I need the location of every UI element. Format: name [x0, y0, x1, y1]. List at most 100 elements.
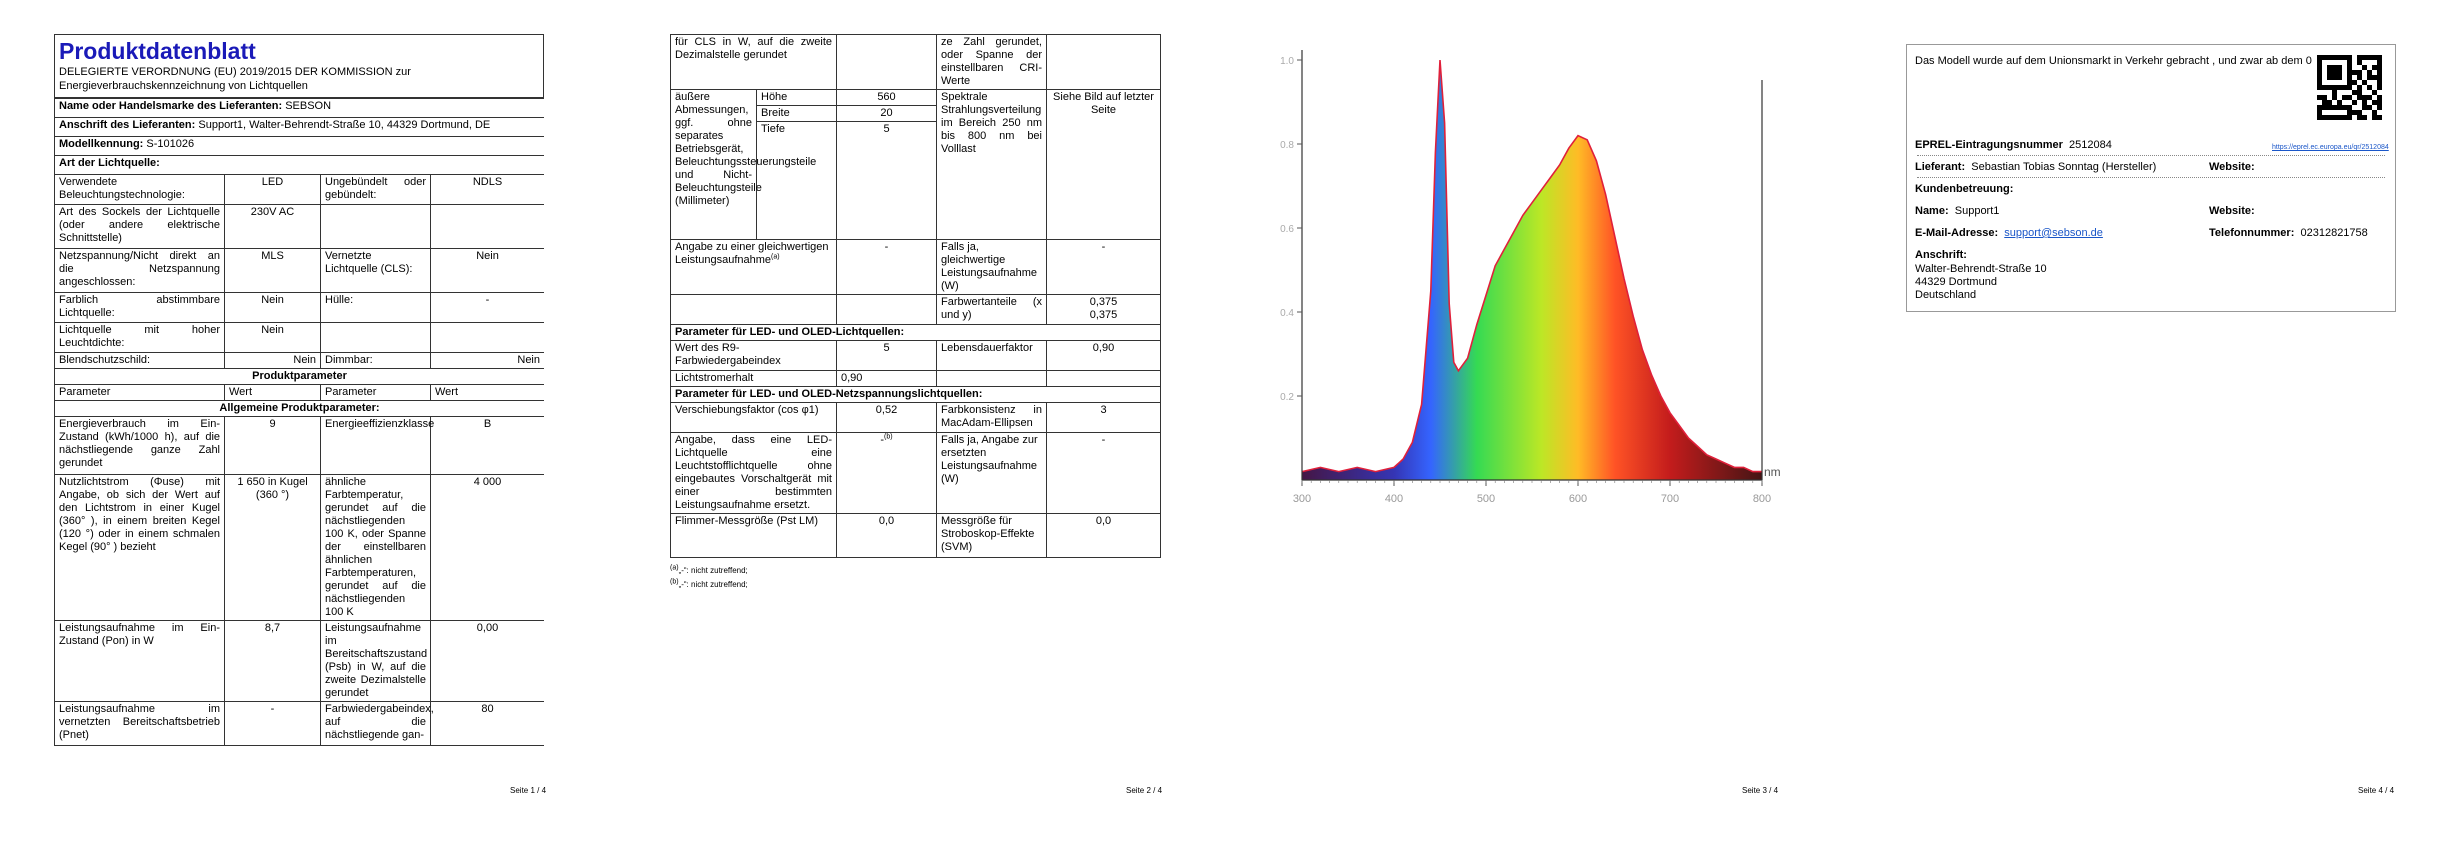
row-value: 0,00 — [430, 620, 544, 702]
row-value: 9 — [224, 416, 321, 475]
x-tick-label: 600 — [1569, 493, 1587, 505]
supplier-name: SEBSON — [285, 100, 332, 112]
phone-line: Telefonnummer: 02312821758 — [2209, 227, 2368, 239]
y-tick-label: 0.8 — [1280, 140, 1294, 151]
row-value: - — [430, 292, 544, 323]
replace-label: Angabe, dass eine LED-Lichtquelle eine L… — [670, 432, 837, 514]
col-header: Parameter — [54, 384, 225, 401]
light-type-header: Art der Lichtquelle: — [54, 155, 544, 175]
dim-value: 5 — [836, 121, 937, 240]
equiv-power-label: Falls ja, gleichwertige Leistungsaufnahm… — [936, 239, 1047, 295]
row-value: 230V AC — [224, 204, 321, 249]
row-value — [430, 204, 544, 249]
row-value: Nein — [224, 352, 321, 369]
row-value: 8,7 — [224, 620, 321, 702]
dim-label: Tiefe — [756, 121, 837, 240]
row-value: Nein — [224, 322, 321, 353]
model-label: Modellkennung: — [59, 138, 144, 150]
general-params-header: Allgemeine Produktparameter: — [54, 400, 544, 417]
eprel-link[interactable]: https://eprel.ec.europa.eu/qr/2512084 — [2272, 141, 2389, 154]
equiv-label: Angabe zu einer gleichwertigen Leistungs… — [670, 239, 837, 295]
row-label: Hülle: — [320, 292, 431, 323]
address-line: 44329 Dortmund — [1915, 276, 1997, 288]
address-line: Walter-Behrendt-Straße 10 — [1915, 263, 2047, 275]
maint-label: Lichtstromerhalt — [670, 370, 837, 387]
dim-value: 20 — [836, 105, 937, 122]
row-label: Ungebündelt oder gebündelt: — [320, 174, 431, 205]
spectrum-area — [1302, 60, 1762, 480]
chroma-values: 0,375 0,375 — [1046, 294, 1161, 325]
equiv-power-value: - — [1046, 239, 1161, 295]
col-header: Parameter — [320, 384, 431, 401]
market-intro: Das Modell wurde auf dem Unionsmarkt in … — [1915, 55, 2312, 67]
row-value: - — [224, 701, 321, 746]
row-value: NDLS — [430, 174, 544, 205]
led-header: Parameter für LED- und OLED-Lichtquellen… — [670, 324, 1161, 341]
supplier-address: Support1, Walter-Behrendt-Straße 10, 443… — [198, 119, 491, 131]
address-line: Deutschland — [1915, 289, 1977, 301]
website-label: Website: — [2209, 161, 2255, 173]
row-value: MLS — [224, 248, 321, 293]
consistency-value: 3 — [1046, 402, 1161, 433]
row-value: Nein — [224, 292, 321, 323]
row-label: Leistungsaufnahme im vernetzten Bereitsc… — [54, 701, 225, 746]
row-label: Nutzlichtstrom (Φuse) mit Angabe, ob sic… — [54, 474, 225, 621]
mains-header: Parameter für LED- und OLED-Netzspannung… — [670, 386, 1161, 403]
row-label: Lichtquelle mit hoher Leuchtdichte: — [54, 322, 225, 353]
y-tick-label: 1.0 — [1280, 56, 1294, 67]
page-1: Produktdatenblatt DELEGIERTE VERORDNUNG … — [0, 0, 610, 842]
params-table-continued: für CLS in W, auf die zweite Dezimalstel… — [670, 34, 1161, 558]
eprel-number: 2512084 — [2069, 139, 2112, 151]
row-label: Art des Sockels der Lichtquelle (oder an… — [54, 204, 225, 249]
replace-power-value: - — [1046, 432, 1161, 514]
row-value: 1 650 in Kugel (360 °) — [224, 474, 321, 621]
strobe-label: Messgröße für Stroboskop-Effekte (SVM) — [936, 513, 1047, 558]
x-tick-label: 400 — [1385, 493, 1403, 505]
shift-label: Verschiebungsfaktor (cos φ1) — [670, 402, 837, 433]
row-value: 4 000 — [430, 474, 544, 621]
row-value: LED — [224, 174, 321, 205]
header-block: Produktdatenblatt DELEGIERTE VERORDNUNG … — [54, 34, 544, 98]
email-link[interactable]: support@sebson.de — [2004, 227, 2103, 239]
email-line: E-Mail-Adresse: support@sebson.de — [1915, 227, 2103, 239]
replace-value: -(b) — [836, 432, 937, 514]
light-source-table: Name oder Handelsmarke des Lieferanten: … — [54, 98, 544, 746]
page-footer: Seite 4 / 4 — [2358, 786, 2395, 795]
dim-label: Breite — [756, 105, 837, 122]
row-value: 80 — [430, 701, 544, 746]
row-label — [320, 204, 431, 249]
product-params-header: Produktparameter — [54, 368, 544, 385]
model-id: S-101026 — [146, 138, 195, 150]
dims-label: äußere Abmessungen, ggf. ohne separates … — [670, 89, 816, 240]
col-header: Wert — [430, 384, 544, 401]
regulation-text: DELEGIERTE VERORDNUNG (EU) 2019/2015 DER… — [59, 66, 411, 92]
row-label: ähnliche Farbtemperatur, gerundet auf di… — [320, 474, 431, 621]
x-tick-label: 700 — [1661, 493, 1679, 505]
eprel-label: EPREL-Eintragungsnummer 2512084 — [1915, 139, 2112, 151]
supplier-name-label: Name oder Handelsmarke des Lieferanten: — [59, 100, 283, 112]
r9-value: 5 — [836, 340, 937, 371]
equiv-value: - — [836, 239, 937, 295]
row-label: für CLS in W, auf die zweite Dezimalstel… — [670, 34, 837, 90]
flicker-value: 0,0 — [836, 513, 937, 558]
row-value — [1046, 34, 1161, 90]
spectral-label: Spektrale Strahlungsverteilung im Bereic… — [936, 89, 1047, 240]
row-label: Energieeffizienzklasse — [320, 416, 434, 475]
spectral-value: Siehe Bild auf letzter Seite — [1046, 89, 1161, 240]
page-footer: Seite 2 / 4 — [1126, 786, 1163, 795]
replace-power-label: Falls ja, Angabe zur ersetzten Leistungs… — [936, 432, 1047, 514]
y-tick-label: 0.4 — [1280, 308, 1294, 319]
qr-code-icon[interactable] — [2317, 55, 2382, 120]
consistency-label: Farbkonsistenz in MacAdam-Ellipsen — [936, 402, 1047, 433]
life-label: Lebensdauerfaktor — [936, 340, 1047, 371]
customer-service-label: Kundenbetreuung: — [1915, 183, 2014, 195]
footnote-a: (a)„-“: nicht zutreffend; — [670, 564, 748, 575]
x-tick-label: 300 — [1293, 493, 1311, 505]
shift-value: 0,52 — [836, 402, 937, 433]
row-label: Netzspannung/Nicht direkt an die Netzspa… — [54, 248, 225, 293]
maint-value: 0,90 — [836, 370, 937, 387]
y-tick-label: 0.6 — [1280, 224, 1294, 235]
row-label: Energieverbrauch im Ein-Zustand (kWh/100… — [54, 416, 225, 475]
spectrum-chart: 300 400 500 600 700 800 0.2 0.4 0.6 0.8 1.0 nm — [1280, 50, 1781, 505]
dim-label: Höhe — [756, 89, 837, 106]
